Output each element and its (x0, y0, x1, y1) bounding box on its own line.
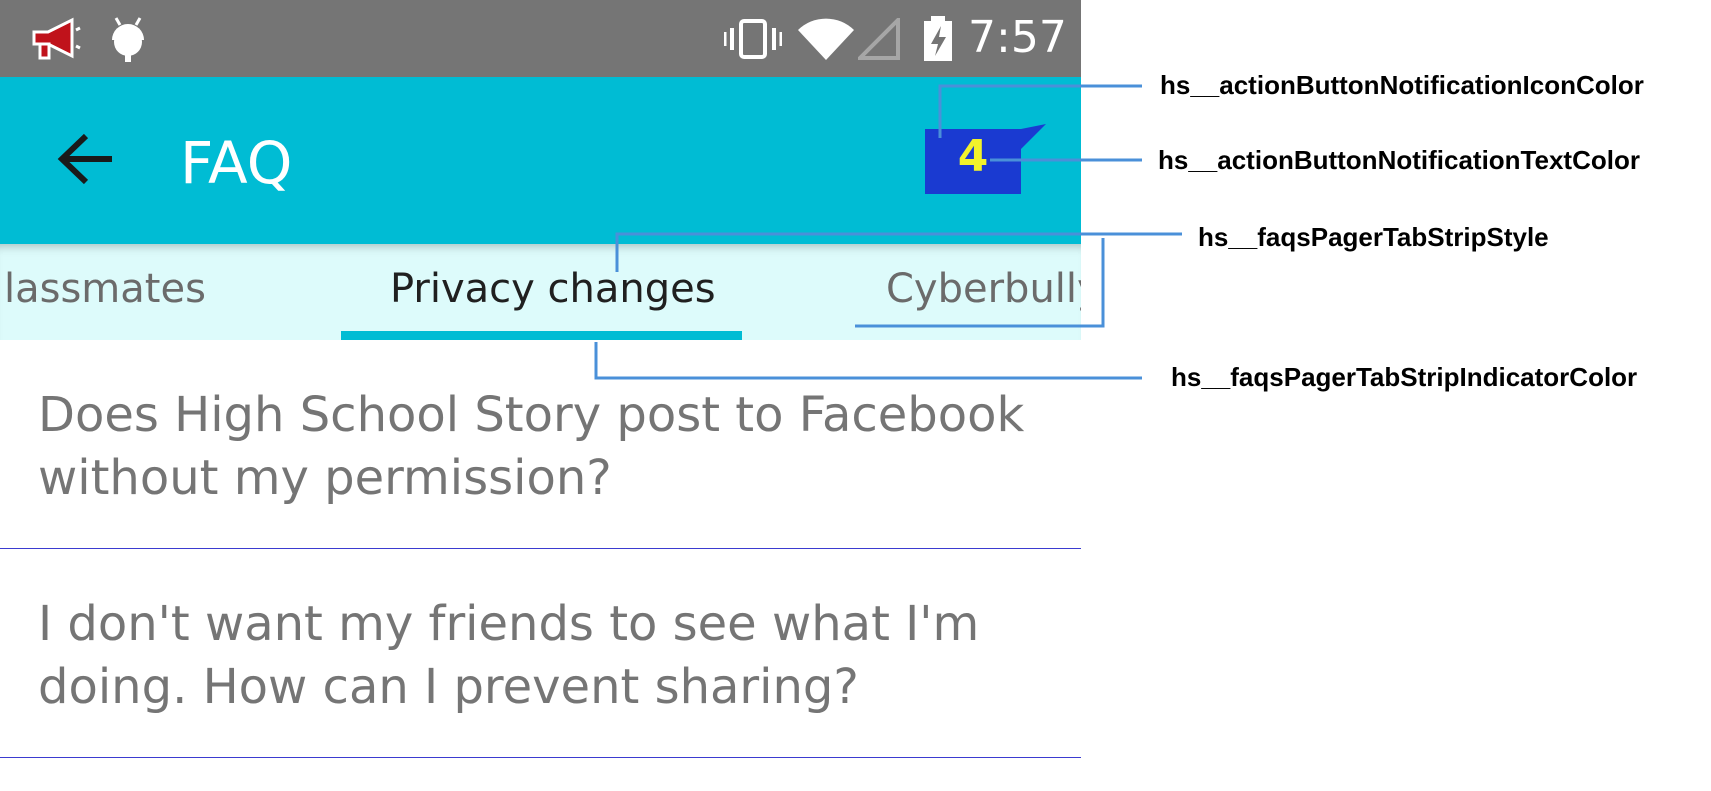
annotation-tab-strip-style: hs__faqsPagerTabStripStyle (1198, 222, 1549, 252)
callout-line-tab-strip-bracket (855, 238, 1105, 328)
callout-line-indicator-color (594, 342, 1142, 380)
callout-line-tab-strip-style (615, 232, 1182, 272)
annotation-lines (594, 84, 1182, 380)
callout-line-icon-color (938, 84, 1142, 138)
annotation-notification-text-color: hs__actionButtonNotificationTextColor (1158, 145, 1640, 175)
annotation-notification-icon-color: hs__actionButtonNotificationIconColor (1160, 70, 1644, 100)
annotation-tab-strip-indicator-color: hs__faqsPagerTabStripIndicatorColor (1171, 362, 1638, 392)
